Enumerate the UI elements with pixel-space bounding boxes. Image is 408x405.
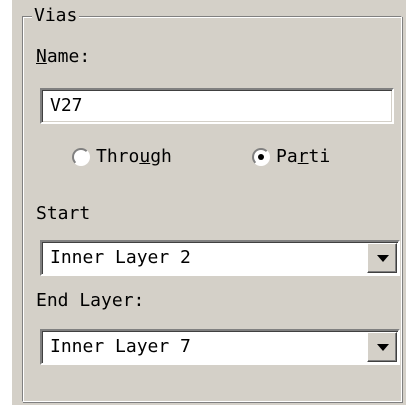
chevron-down-icon xyxy=(377,344,389,351)
start-layer-value: Inner Layer 2 xyxy=(50,247,191,268)
through-label-post: gh xyxy=(150,146,172,167)
through-label-accel: u xyxy=(139,146,151,167)
partial-radio-label: Parti xyxy=(276,146,330,168)
chevron-down-icon xyxy=(377,255,389,262)
through-radio[interactable]: Through xyxy=(72,146,172,168)
through-radio-label: Through xyxy=(96,146,172,168)
end-layer-select[interactable]: Inner Layer 7 xyxy=(40,329,400,365)
partial-label-pre: Pa xyxy=(276,146,298,167)
name-label: Name: xyxy=(36,46,90,68)
partial-radio[interactable]: Parti xyxy=(252,146,330,168)
vias-panel: Vias Name: V27 Through Parti Start Inner… xyxy=(12,0,406,405)
name-input[interactable]: V27 xyxy=(40,88,394,124)
name-label-accel: N xyxy=(36,46,47,67)
end-dropdown-button[interactable] xyxy=(367,332,397,362)
radio-selected-dot xyxy=(258,154,264,160)
radio-icon xyxy=(72,148,90,166)
start-dropdown-button[interactable] xyxy=(367,243,397,273)
name-label-rest: ame: xyxy=(46,46,91,67)
start-label: Start xyxy=(36,203,91,224)
end-layer-value: Inner Layer 7 xyxy=(50,336,191,357)
end-layer-label: End Layer: xyxy=(36,290,145,311)
partial-label-post: ti xyxy=(308,146,331,167)
through-label-pre: Thro xyxy=(96,146,140,167)
start-layer-select[interactable]: Inner Layer 2 xyxy=(40,240,400,276)
radio-icon xyxy=(252,148,270,166)
name-input-value: V27 xyxy=(50,95,83,116)
group-title: Vias xyxy=(32,5,80,27)
partial-label-accel: r xyxy=(297,146,309,167)
